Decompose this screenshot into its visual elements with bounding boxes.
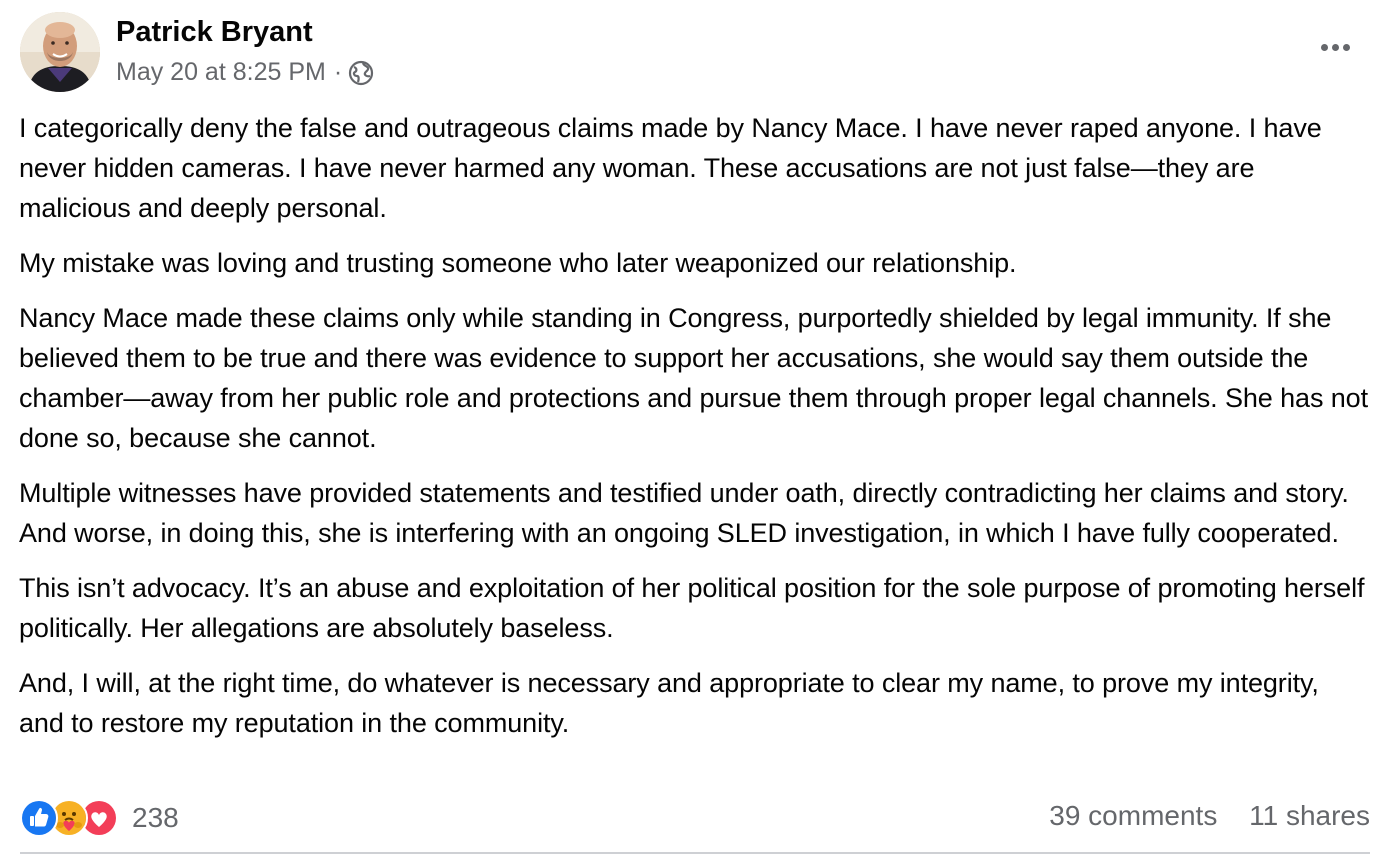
shares-count-link[interactable]: 11 shares	[1249, 800, 1370, 831]
post-footer: 238 39 comments 11 shares	[20, 796, 1370, 840]
post-timestamp[interactable]: May 20 at 8:25 PM	[116, 58, 326, 87]
reactions-summary[interactable]: 238	[20, 798, 179, 838]
more-horizontal-icon	[1320, 43, 1328, 51]
post-paragraph: Nancy Mace made these claims only while …	[19, 303, 1368, 453]
globe-icon[interactable]	[348, 60, 374, 86]
meta-separator: ·	[333, 58, 343, 86]
post-paragraph: And, I will, at the right time, do whate…	[19, 668, 1319, 738]
footer-divider	[20, 852, 1370, 854]
post-paragraph: My mistake was loving and trusting someo…	[19, 248, 1017, 278]
post-message: I categorically deny the false and outra…	[19, 108, 1369, 758]
post-meta: May 20 at 8:25 PM ·	[116, 58, 374, 87]
post-header: Patrick Bryant May 20 at 8:25 PM ·	[20, 12, 1362, 92]
author-avatar[interactable]	[20, 12, 100, 92]
post-paragraph: This isn’t advocacy. It’s an abuse and e…	[19, 573, 1365, 643]
like-icon	[20, 799, 58, 837]
more-options-button[interactable]	[1310, 32, 1360, 62]
post-paragraph: I categorically deny the false and outra…	[19, 113, 1322, 223]
facebook-post: Patrick Bryant May 20 at 8:25 PM · I cat…	[0, 0, 1382, 858]
author-name[interactable]: Patrick Bryant	[116, 16, 313, 49]
engagement-counts: 39 comments 11 shares	[1049, 800, 1370, 832]
post-paragraph: Multiple witnesses have provided stateme…	[19, 478, 1349, 548]
comments-count-link[interactable]: 39 comments	[1049, 800, 1217, 831]
reaction-count: 238	[132, 802, 179, 833]
